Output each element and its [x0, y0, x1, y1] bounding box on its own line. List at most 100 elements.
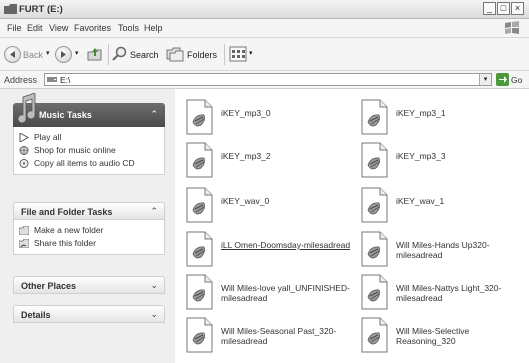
maximize-button[interactable]: □: [497, 2, 510, 15]
audio-file-icon: [361, 274, 388, 310]
task-shop-music[interactable]: Shop for music online: [18, 144, 164, 157]
toolbar-separator: [108, 44, 109, 65]
forward-dropdown-icon[interactable]: ▾: [75, 49, 79, 57]
file-name: Will Miles-Seasonal Past_320-milesadread: [221, 326, 337, 346]
menu-bar: File Edit View Favorites Tools Help: [0, 19, 529, 38]
address-dropdown-icon[interactable]: ▾: [479, 74, 491, 85]
task-copy-audio-cd[interactable]: Copy all items to audio CD: [18, 157, 164, 170]
back-arrow-icon[interactable]: [4, 46, 21, 63]
music-tasks-body: Play all Shop for music online Copy all …: [13, 127, 165, 175]
address-label: Address: [4, 75, 38, 85]
close-button[interactable]: ×: [511, 2, 524, 15]
search-button-label[interactable]: Search: [130, 50, 159, 60]
folders-icon[interactable]: [166, 46, 184, 62]
audio-file-icon: [361, 187, 388, 223]
task-label: Make a new folder: [34, 225, 104, 235]
audio-file-icon: [361, 142, 388, 178]
file-item[interactable]: Will Miles-Selective Reasoning_320: [359, 316, 529, 354]
toolbar-separator: [224, 44, 225, 65]
audio-file-icon: [186, 317, 213, 353]
file-item[interactable]: iKEY_mp3_1: [359, 98, 529, 136]
file-name: Will Miles-love yall_UNFINISHED-milesadr…: [221, 283, 350, 303]
windows-logo-icon: [505, 21, 519, 34]
other-places-title: Other Places: [21, 281, 77, 291]
details-header[interactable]: Details ⌄: [13, 305, 165, 323]
expand-chevron-icon[interactable]: ⌄: [150, 309, 158, 320]
file-name: iKEY_mp3_3: [396, 151, 446, 161]
views-icon[interactable]: [229, 46, 247, 62]
file-name: iKEY_mp3_0: [221, 108, 271, 118]
audio-file-icon: [361, 317, 388, 353]
address-value: E:\: [60, 75, 71, 85]
go-button-label[interactable]: Go: [511, 75, 522, 85]
other-places-header[interactable]: Other Places ⌄: [13, 276, 165, 294]
file-name: iKEY_wav_0: [221, 196, 270, 206]
file-item[interactable]: Will Miles-Seasonal Past_320-milesadread: [184, 316, 354, 354]
file-folder-tasks-body: Make a new folder Share this folder: [13, 220, 165, 255]
back-button-label[interactable]: Back: [23, 50, 43, 60]
task-label: Copy all items to audio CD: [34, 158, 135, 168]
address-field[interactable]: E:\ ▾: [44, 73, 492, 86]
menu-favorites[interactable]: Favorites: [74, 23, 111, 33]
details-panel: Details ⌄: [13, 305, 165, 323]
task-make-new-folder[interactable]: Make a new folder: [18, 224, 164, 237]
file-item[interactable]: Will Miles-Hands Up320-milesadread: [359, 230, 529, 268]
task-label: Share this folder: [34, 238, 96, 248]
go-arrow-icon[interactable]: [496, 73, 509, 86]
new-folder-icon: [19, 226, 29, 235]
file-name: iKEY_mp3_2: [221, 151, 271, 161]
file-item[interactable]: iKEY_wav_0: [184, 186, 354, 224]
expand-chevron-icon[interactable]: ⌄: [150, 280, 158, 291]
menu-tools[interactable]: Tools: [118, 23, 139, 33]
file-name: Will Miles-Nattys Light_320-milesadread: [396, 283, 502, 303]
file-folder-tasks-panel: File and Folder Tasks ⌃ Make a new folde…: [13, 202, 165, 255]
file-item[interactable]: Will Miles-love yall_UNFINISHED-milesadr…: [184, 273, 354, 311]
task-share-folder[interactable]: Share this folder: [18, 237, 164, 250]
audio-file-icon: [186, 142, 213, 178]
other-places-panel: Other Places ⌄: [13, 276, 165, 294]
file-item[interactable]: iKEY_mp3_0: [184, 98, 354, 136]
minimize-button[interactable]: _: [483, 2, 496, 15]
share-folder-icon: [19, 239, 29, 248]
menu-view[interactable]: View: [49, 23, 68, 33]
menu-file[interactable]: File: [7, 23, 22, 33]
file-item[interactable]: iLL Omen-Doomsday-milesadread: [184, 230, 354, 268]
file-item[interactable]: iKEY_wav_1: [359, 186, 529, 224]
search-icon[interactable]: [112, 46, 128, 62]
globe-icon: [19, 146, 29, 155]
folder-up-icon[interactable]: [86, 45, 104, 63]
collapse-chevron-icon[interactable]: ⌃: [150, 109, 158, 120]
file-name: iKEY_mp3_1: [396, 108, 446, 118]
play-icon: [19, 133, 29, 142]
audio-file-icon: [186, 274, 213, 310]
file-item[interactable]: iKEY_mp3_2: [184, 141, 354, 179]
menu-help[interactable]: Help: [144, 23, 163, 33]
file-name: Will Miles-Selective Reasoning_320: [396, 326, 470, 346]
file-item[interactable]: Will Miles-Nattys Light_320-milesadread: [359, 273, 529, 311]
task-label: Play all: [34, 132, 62, 142]
title-bar: FURT (E:) _ □ ×: [0, 0, 529, 19]
audio-file-icon: [186, 99, 213, 135]
task-play-all[interactable]: Play all: [18, 131, 164, 144]
address-bar: Address E:\ ▾ Go: [0, 71, 529, 89]
file-name: iKEY_wav_1: [396, 196, 445, 206]
drive-icon: [47, 77, 57, 82]
music-tasks-title: Music Tasks: [39, 110, 92, 120]
music-tasks-panel: Music Tasks ⌃ Play all Shop for music on…: [13, 93, 165, 175]
file-folder-tasks-header[interactable]: File and Folder Tasks ⌃: [13, 202, 165, 220]
audio-file-icon: [186, 187, 213, 223]
music-tasks-header[interactable]: Music Tasks ⌃: [13, 93, 165, 127]
menu-edit[interactable]: Edit: [27, 23, 43, 33]
file-item[interactable]: iKEY_mp3_3: [359, 141, 529, 179]
toolbar: Back ▾ ▾ Search Folders ▾: [0, 38, 529, 71]
views-dropdown-icon[interactable]: ▾: [249, 49, 253, 57]
music-note-icon: [17, 93, 36, 124]
back-dropdown-icon[interactable]: ▾: [46, 49, 50, 57]
details-title: Details: [21, 310, 51, 320]
audio-file-icon: [186, 231, 213, 267]
window-title: FURT (E:): [19, 4, 63, 15]
folder-icon: [4, 4, 17, 14]
forward-arrow-icon[interactable]: [55, 46, 72, 63]
folders-button-label[interactable]: Folders: [187, 50, 217, 60]
collapse-chevron-icon[interactable]: ⌃: [150, 206, 158, 217]
